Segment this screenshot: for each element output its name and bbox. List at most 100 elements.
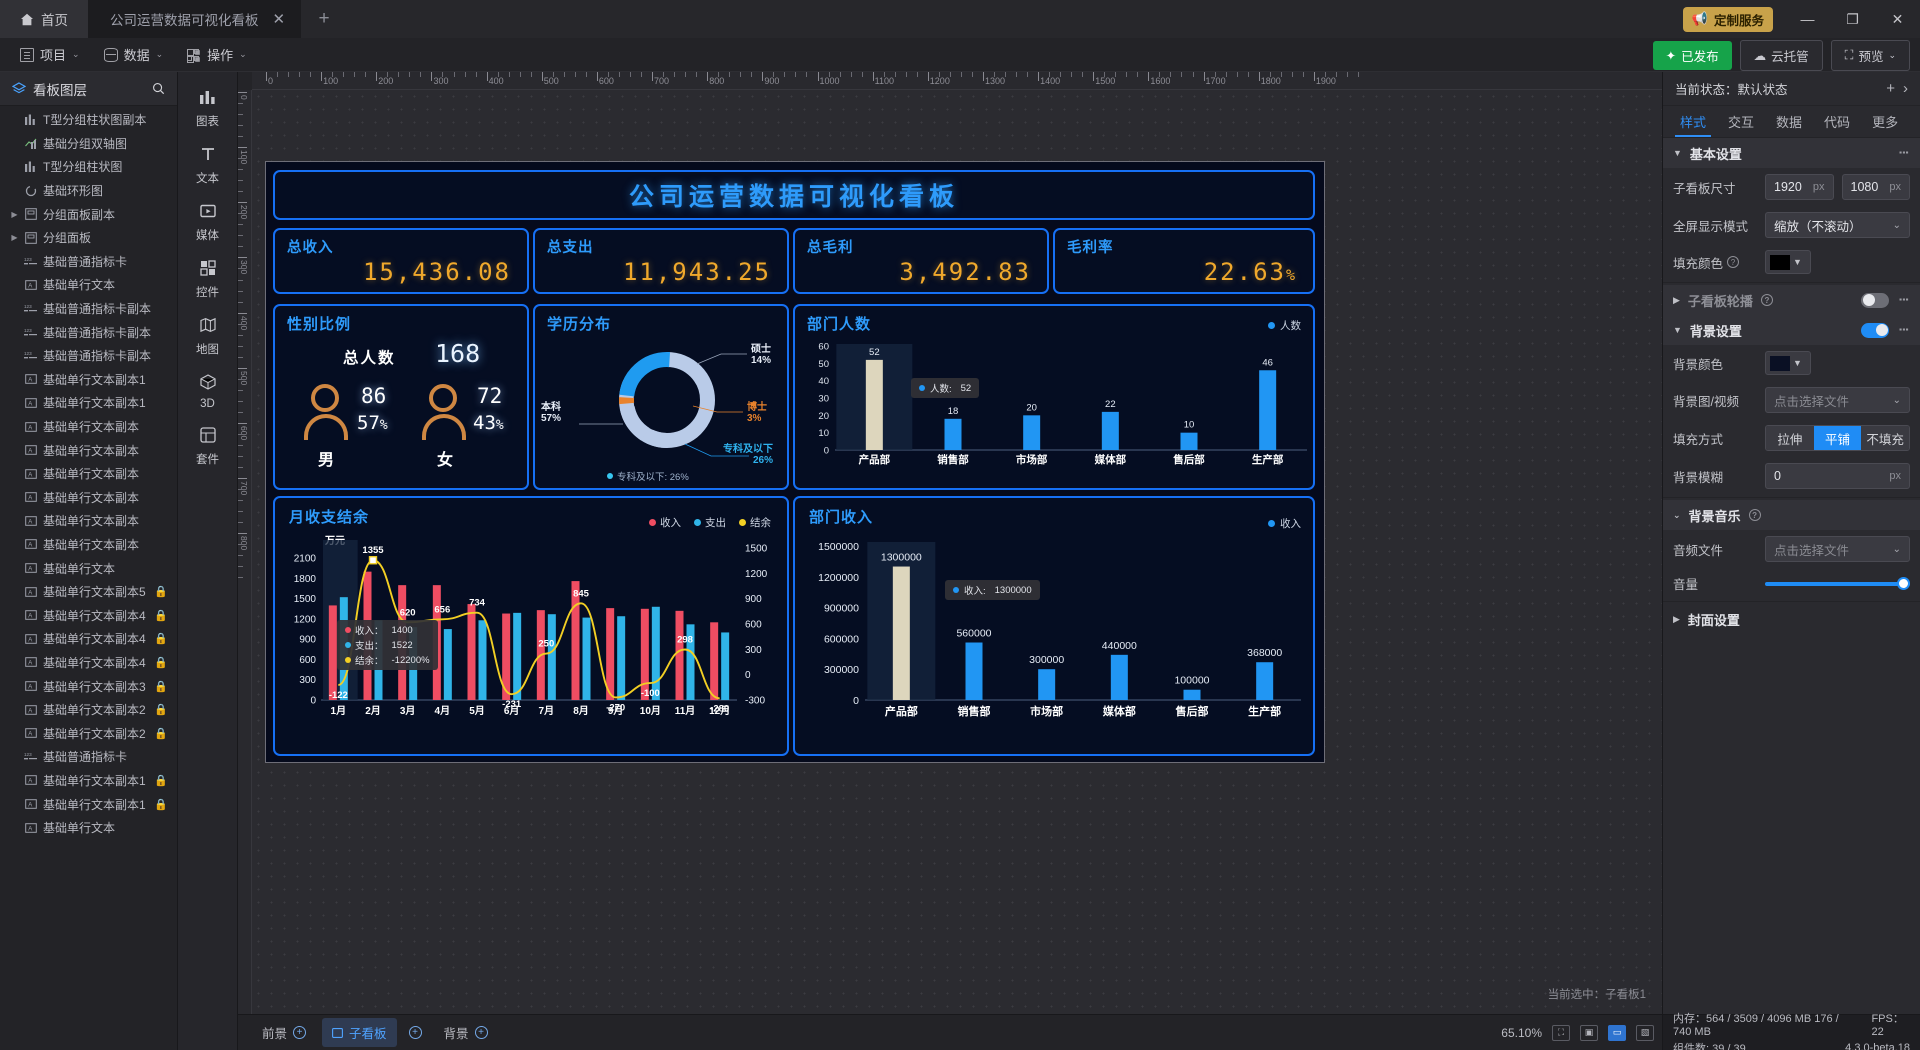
minimize-icon[interactable]: — [1785,0,1830,38]
board-width-input[interactable]: 1920 px [1765,174,1834,200]
rail-item-text-tool[interactable]: 文本 [181,139,235,192]
layer-item[interactable]: ▶123基础普通指标卡副本 [0,320,177,344]
help-icon[interactable]: ? [1727,256,1740,268]
monthly-balance-panel[interactable]: 月收支结余 收入支出结余 万元0300600900120015001800210… [273,496,789,756]
chevron-right-icon[interactable]: › [1903,80,1908,97]
fill-mode-option[interactable]: 平铺 [1813,426,1862,450]
home-tab[interactable]: 首页 [0,0,88,38]
snapshot-icon[interactable]: ▧ [1636,1024,1654,1041]
layer-item[interactable]: ▶A基础单行文本副本2🔒 [0,721,177,745]
maximize-icon[interactable]: ❐ [1830,0,1875,38]
education-distribution-panel[interactable]: 学历分布 本科 57% 硕士 14% 博士 3% 专科及以下 26% 专科及以下… [533,304,789,490]
canvas-viewport[interactable]: 公司运营数据可视化看板 总收入 15,436.08 总支出 11,943.25 [252,90,1662,1014]
background-toggle[interactable] [1861,322,1889,338]
zoom-slider-icon[interactable]: ▭ [1608,1024,1626,1041]
lock-icon[interactable]: 🔒 [154,703,168,716]
dashboard-banner[interactable]: 公司运营数据可视化看板 [273,170,1315,220]
zoom-level[interactable]: 65.10% [1501,1026,1542,1040]
layer-item[interactable]: ▶A基础单行文本副本 [0,486,177,510]
new-tab-icon[interactable]: + [301,0,347,38]
layer-item[interactable]: ▶A基础单行文本 [0,816,177,840]
section-background-music[interactable]: ⌄ 背景音乐 ? [1663,500,1920,530]
actual-size-icon[interactable]: ▣ [1580,1024,1598,1041]
publish-button[interactable]: ✦ 已发布 [1652,40,1732,70]
lock-icon[interactable]: 🔒 [154,727,168,740]
background-blur-input[interactable]: 0 px [1765,463,1910,489]
layer-item[interactable]: ▶A基础单行文本副本5🔒 [0,580,177,604]
rail-item-media[interactable]: 媒体 [181,196,235,249]
kpi-card-gross-margin[interactable]: 毛利率 22.63% [1053,228,1315,294]
lock-icon[interactable]: 🔒 [154,774,168,787]
layer-item[interactable]: ▶T型分组柱状图 [0,155,177,179]
dept-headcount-panel[interactable]: 部门人数 人数 0 10 20 30 40 50 60 52 产品部 18 销售部 20 市场部 22 媒体… [793,304,1315,490]
properties-tab[interactable]: 交互 [1717,106,1765,137]
dept-revenue-panel[interactable]: 部门收入 收入 0 300000 600000 900000 1200000 150000… [793,496,1315,756]
document-tab[interactable]: 公司运营数据可视化看板 ✕ [88,0,302,38]
layer-item[interactable]: ▶基础环形图 [0,179,177,203]
section-background[interactable]: ▼ 背景设置 ⋮ [1663,315,1920,345]
layer-item[interactable]: ▶A基础单行文本 [0,273,177,297]
expand-arrow-icon[interactable]: ▶ [10,233,19,242]
close-window-icon[interactable]: ✕ [1875,0,1920,38]
layers-list[interactable]: ▶T型分组柱状图副本▶基础分组双轴图▶T型分组柱状图▶基础环形图▶分组面板副本▶… [0,106,177,1050]
layer-item[interactable]: ▶ 分组面板副本 [0,202,177,226]
layer-item[interactable]: ▶A基础单行文本副本 [0,533,177,557]
layer-item[interactable]: ▶A基础单行文本副本2🔒 [0,698,177,722]
kpi-card-total-expense[interactable]: 总支出 11,943.25 [533,228,789,294]
properties-tab[interactable]: 样式 [1669,106,1717,137]
lock-icon[interactable]: 🔒 [154,585,168,598]
layer-item[interactable]: ▶A基础单行文本副本3🔒 [0,674,177,698]
menu-project[interactable]: 项目 ⌄ [10,41,90,68]
rail-item-chart[interactable]: 图表 [181,82,235,135]
layer-item[interactable]: ▶A基础单行文本副本4🔒 [0,627,177,651]
section-basic-settings[interactable]: ▼ 基本设置 ⋮ [1663,138,1920,168]
lock-icon[interactable]: 🔒 [154,656,168,669]
monthly-legend-item[interactable]: 支出 [694,515,726,530]
more-options-icon[interactable]: ⋮ [1897,147,1910,159]
layer-item[interactable]: ▶A基础单行文本副本1🔒 [0,792,177,816]
lock-icon[interactable]: 🔒 [154,798,168,811]
layer-foreground[interactable]: 前景 + [252,1018,316,1047]
dept-revenue-legend[interactable]: 收入 [1268,516,1301,531]
layer-item[interactable]: ▶T型分组柱状图副本 [0,108,177,132]
audio-file-select[interactable]: 点击选择文件 ⌄ [1765,536,1910,562]
lock-icon[interactable]: 🔒 [154,609,168,622]
kpi-card-gross-profit[interactable]: 总毛利 3,492.83 [793,228,1049,294]
properties-tabs[interactable]: 样式 交互 数据 代码 更多 [1663,106,1920,138]
layer-item[interactable]: ▶A基础单行文本副本 [0,509,177,533]
fill-mode-option[interactable]: 拉伸 [1766,426,1814,450]
layer-item[interactable]: ▶A基础单行文本 [0,556,177,580]
help-icon[interactable]: ? [1748,509,1761,521]
kpi-card-total-income[interactable]: 总收入 15,436.08 [273,228,529,294]
fit-screen-icon[interactable]: ⛶ [1552,1024,1570,1041]
properties-tab[interactable]: 代码 [1813,106,1861,137]
help-icon[interactable]: ? [1760,294,1773,306]
fullscreen-mode-select[interactable]: 缩放（不滚动） ⌄ [1765,212,1910,238]
layer-item[interactable]: ▶123基础普通指标卡 [0,250,177,274]
menu-operations[interactable]: 操作 ⌄ [177,41,257,68]
more-options-icon[interactable]: ⋮ [1897,294,1910,306]
layer-item[interactable]: ▶A基础单行文本副本1🔒 [0,769,177,793]
monthly-legend-item[interactable]: 结余 [739,515,771,530]
more-options-icon[interactable]: ⋮ [1897,324,1910,336]
fill-color-swatch[interactable]: ▼ [1765,250,1811,274]
board-height-input[interactable]: 1080 px [1841,174,1910,200]
properties-tab[interactable]: 数据 [1765,106,1813,137]
section-carousel[interactable]: ▶ 子看板轮播 ? ⋮ [1663,285,1920,315]
layer-item[interactable]: ▶A基础单行文本副本1 [0,368,177,392]
expand-arrow-icon[interactable]: ▶ [10,210,19,219]
properties-tab[interactable]: 更多 [1861,106,1909,137]
lock-icon[interactable]: 🔒 [154,680,168,693]
cloud-host-button[interactable]: ☁ 云托管 [1739,39,1823,71]
search-icon[interactable] [152,82,165,95]
layer-item[interactable]: ▶123基础普通指标卡副本 [0,344,177,368]
layer-item[interactable]: ▶A基础单行文本副本4🔒 [0,603,177,627]
custom-service-button[interactable]: 📢 定制服务 [1682,6,1773,32]
add-foreground-icon[interactable]: + [293,1026,307,1039]
volume-slider[interactable] [1765,577,1910,591]
rail-item-cube[interactable]: 3D [181,367,235,416]
preview-button[interactable]: ⛶ 预览 ⌄ [1830,39,1910,71]
close-tab-icon[interactable]: ✕ [273,12,286,27]
fill-mode-segments[interactable]: 拉伸 平铺 不填充 [1765,425,1910,451]
add-subboard-icon[interactable]: + [408,1026,422,1039]
